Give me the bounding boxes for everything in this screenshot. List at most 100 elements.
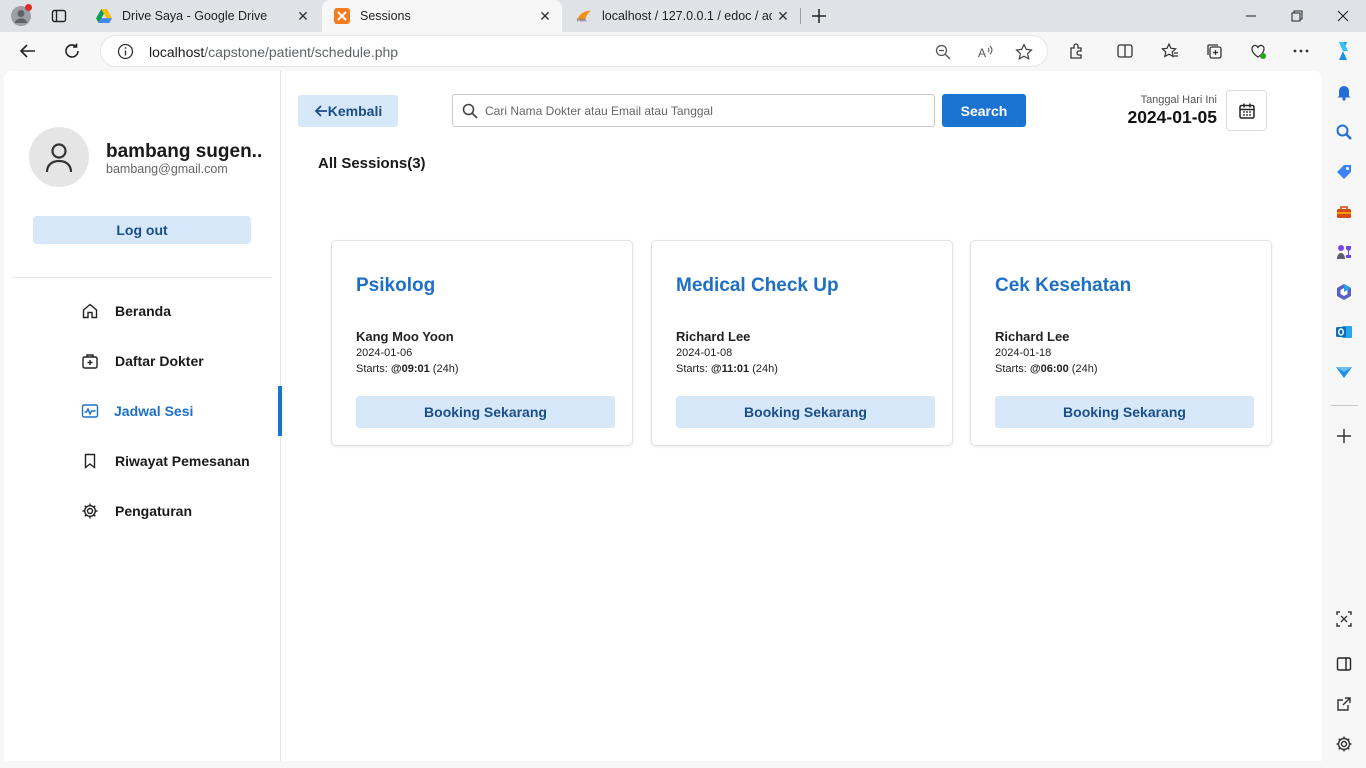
session-card: Medical Check Up Richard Lee 2024-01-08 … xyxy=(651,240,953,446)
home-icon xyxy=(80,301,100,321)
url-path: /capstone/patient/schedule.php xyxy=(204,44,399,60)
minimize-icon[interactable] xyxy=(1228,0,1274,32)
extensions-icon[interactable] xyxy=(1065,39,1089,63)
url-text: localhost/capstone/patient/schedule.php xyxy=(149,44,398,60)
calendar-icon xyxy=(1238,103,1255,119)
phpmyadmin-icon: PMA xyxy=(576,8,592,24)
back-button-label: Kembali xyxy=(327,103,383,119)
svg-text:PMA: PMA xyxy=(577,17,588,22)
user-icon xyxy=(45,143,73,173)
favorites-icon[interactable] xyxy=(1158,39,1182,63)
sidebar-toggle-icon[interactable] xyxy=(1333,653,1355,675)
tools-icon[interactable] xyxy=(1333,201,1355,223)
tab-phpmyadmin[interactable]: PMA localhost / 127.0.0.1 / edoc / adr ✕ xyxy=(564,0,800,32)
search-button[interactable]: Search xyxy=(942,94,1026,127)
session-card: Psikolog Kang Moo Yoon 2024-01-06 Starts… xyxy=(331,240,633,446)
booking-button[interactable]: Booking Sekarang xyxy=(356,396,615,428)
restore-icon[interactable] xyxy=(1274,0,1320,32)
sidebar-item-label: Beranda xyxy=(115,303,172,319)
search-icon xyxy=(462,103,478,119)
starts-label: Starts: xyxy=(676,363,708,375)
session-title: Psikolog xyxy=(356,275,436,296)
microsoft-365-icon[interactable] xyxy=(1333,281,1355,303)
profile-email: bambang@gmail.com xyxy=(106,162,228,176)
sidebar-item-daftar-dokter[interactable]: Daftar Dokter xyxy=(4,336,281,386)
session-start-time: Starts: @06:00 (24h) xyxy=(995,363,1097,375)
schedule-icon xyxy=(80,401,100,421)
bottom-edge xyxy=(0,761,1366,768)
booking-button[interactable]: Booking Sekarang xyxy=(995,396,1254,428)
new-tab-icon[interactable] xyxy=(809,6,829,26)
sidebar-item-pengaturan[interactable]: Pengaturan xyxy=(4,486,281,536)
open-external-icon[interactable] xyxy=(1333,693,1355,715)
add-icon[interactable] xyxy=(1333,425,1355,447)
games-icon[interactable] xyxy=(1333,241,1355,263)
url-host: localhost xyxy=(149,44,205,60)
favorite-star-icon[interactable] xyxy=(1015,43,1033,61)
copilot-icon[interactable] xyxy=(1332,39,1356,63)
session-start-time: Starts: @09:01 (24h) xyxy=(356,363,458,375)
close-window-icon[interactable] xyxy=(1320,0,1366,32)
read-aloud-icon[interactable]: A xyxy=(977,44,993,60)
sessions-heading: All Sessions(3) xyxy=(318,155,426,172)
doctor-name: Richard Lee xyxy=(995,329,1070,344)
browser-essentials-icon[interactable] xyxy=(1246,39,1270,63)
medical-bag-icon xyxy=(80,351,100,371)
session-date: 2024-01-08 xyxy=(676,347,733,359)
profile-icon[interactable] xyxy=(11,4,32,26)
time-format: (24h) xyxy=(1071,363,1098,375)
xampp-icon xyxy=(334,8,350,24)
drop-icon[interactable] xyxy=(1333,361,1355,383)
zoom-out-icon[interactable] xyxy=(935,44,951,60)
doctor-name: Richard Lee xyxy=(676,329,751,344)
doctor-name: Kang Moo Yoon xyxy=(356,329,454,344)
session-date: 2024-01-06 xyxy=(356,347,413,359)
sidebar-item-label: Riwayat Pemesanan xyxy=(115,453,250,469)
tab-sessions[interactable]: Sessions ✕ xyxy=(322,0,562,32)
address-bar[interactable]: localhost/capstone/patient/schedule.php … xyxy=(100,35,1048,67)
session-date: 2024-01-18 xyxy=(995,347,1052,359)
bookmark-icon xyxy=(80,451,100,471)
close-tab-icon[interactable]: ✕ xyxy=(292,8,314,25)
avatar xyxy=(29,127,89,187)
shopping-tag-icon[interactable] xyxy=(1333,161,1355,183)
more-options-icon[interactable] xyxy=(1289,39,1313,63)
logout-button[interactable]: Log out xyxy=(33,216,251,244)
search-sidebar-icon[interactable] xyxy=(1333,121,1355,143)
tab-actions-icon[interactable] xyxy=(51,8,67,24)
collections-icon[interactable] xyxy=(1202,39,1226,63)
site-info-icon[interactable] xyxy=(117,43,134,60)
outlook-icon[interactable] xyxy=(1333,321,1355,343)
refresh-icon[interactable] xyxy=(60,39,84,63)
tab-separator xyxy=(800,8,801,24)
starts-label: Starts: xyxy=(995,363,1027,375)
gear-icon xyxy=(80,501,100,521)
app-sidebar: bambang sugen.. bambang@gmail.com Log ou… xyxy=(4,71,282,761)
time-format: (24h) xyxy=(752,363,778,375)
today-date-caption: Tanggal Hari Ini xyxy=(1140,94,1217,106)
sidebar-item-label: Daftar Dokter xyxy=(115,353,204,369)
calendar-button[interactable] xyxy=(1226,90,1267,131)
sidebar-item-jadwal-sesi[interactable]: Jadwal Sesi xyxy=(4,386,282,436)
split-screen-icon[interactable] xyxy=(1113,39,1137,63)
tab-title: Sessions xyxy=(360,9,411,23)
session-start-time: Starts: @11:01 (24h) xyxy=(676,363,778,375)
session-title: Cek Kesehatan xyxy=(995,275,1132,296)
sidebar-item-label: Jadwal Sesi xyxy=(114,403,194,419)
svg-text:A: A xyxy=(978,46,986,60)
settings-icon[interactable] xyxy=(1333,733,1355,755)
close-tab-icon[interactable]: ✕ xyxy=(772,8,794,25)
booking-button[interactable]: Booking Sekarang xyxy=(676,396,935,428)
search-input[interactable] xyxy=(485,101,925,121)
screenshot-icon[interactable] xyxy=(1333,608,1355,630)
sidebar-item-beranda[interactable]: Beranda xyxy=(4,286,281,336)
back-button[interactable]: Kembali xyxy=(298,95,398,127)
browser-side-panel xyxy=(1323,70,1366,768)
back-arrow-icon[interactable] xyxy=(16,39,40,63)
sidebar-item-riwayat-pemesanan[interactable]: Riwayat Pemesanan xyxy=(4,436,281,486)
session-card: Cek Kesehatan Richard Lee 2024-01-18 Sta… xyxy=(970,240,1272,446)
close-tab-icon[interactable]: ✕ xyxy=(534,8,556,25)
notifications-icon[interactable] xyxy=(1333,81,1355,103)
tab-google-drive[interactable]: Drive Saya - Google Drive ✕ xyxy=(84,0,320,32)
profile-name: bambang sugen.. xyxy=(106,141,263,162)
